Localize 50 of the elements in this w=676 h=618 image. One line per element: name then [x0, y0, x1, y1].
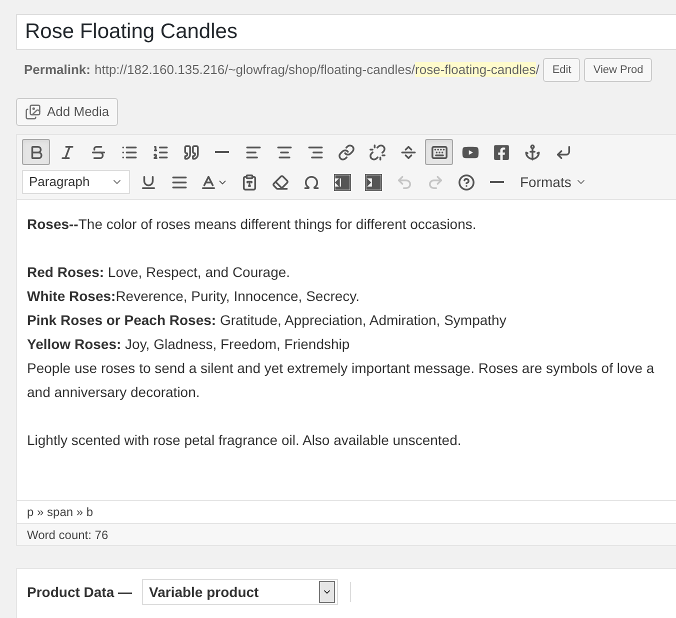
- permalink-url[interactable]: http://182.160.135.216/~glowfrag/shop/floating-candles/rose-floating-candles/: [94, 60, 540, 80]
- content-line: Yellow Roses: Joy, Gladness, Freedom, Friendship: [27, 335, 351, 354]
- content-line: Roses--The color of roses means different things for different occasions.: [27, 215, 478, 234]
- play-icon: [462, 144, 478, 160]
- add-media-button[interactable]: Add Media: [16, 98, 118, 126]
- content-line: Pink Roses or Peach Roses: Gratitude, Appreciation, Admiration, Sympathy: [27, 311, 508, 330]
- numbered-list-icon: [152, 144, 168, 160]
- content-line: White Roses:Reverence, Purity, Innocence, Secrecy.: [27, 287, 361, 306]
- clipboard-icon: [240, 174, 258, 190]
- word-count: Word count: 76: [27, 526, 108, 544]
- anchor-icon: [524, 144, 540, 160]
- omega-icon: [302, 174, 320, 190]
- unlink-icon: [368, 144, 386, 160]
- paragraph-select[interactable]: Paragraph: [22, 170, 130, 194]
- toolbar-button[interactable]: [22, 139, 50, 165]
- help-icon: [458, 174, 474, 190]
- link-icon: [338, 144, 354, 160]
- bullet-list-icon: [120, 144, 138, 160]
- return-arrow-icon: [554, 144, 572, 160]
- underline-icon: [140, 174, 156, 190]
- title-field[interactable]: Rose Floating Candles: [16, 14, 676, 50]
- undo-icon: [396, 174, 412, 190]
- formats-menu[interactable]: Formats: [514, 169, 594, 195]
- align-left-icon: [244, 144, 262, 160]
- content-line: Lightly scented with rose petal fragrance oil. Also available unscented.: [27, 431, 462, 450]
- permalink-button[interactable]: Edit: [543, 58, 580, 82]
- product-type-select[interactable]: Variable product: [142, 579, 338, 605]
- horizontal-line-icon: [215, 151, 229, 153]
- content-line: People use roses to send a silent and yet extremely important message. Roses are symbols of love a: [27, 359, 656, 378]
- strikethrough-icon: [90, 144, 106, 160]
- read-more-icon: [400, 144, 416, 160]
- redo-icon: [426, 174, 444, 190]
- keyboard-icon: [430, 144, 448, 160]
- permalink-label: Permalink:: [24, 61, 90, 80]
- quote-icon: [182, 144, 200, 160]
- toolbar-button[interactable]: [425, 139, 453, 165]
- media-icon: [25, 104, 41, 120]
- italic-icon: [58, 144, 76, 160]
- align-right-icon: [306, 144, 324, 160]
- permalink-button[interactable]: View Prod: [584, 58, 652, 82]
- align-center-icon: [276, 144, 292, 160]
- product-data-label: Product Data —: [27, 583, 132, 602]
- element-path: p » span » b: [27, 504, 94, 521]
- facebook-icon: [492, 144, 510, 160]
- content-line: Red Roses: Love, Respect, and Courage.: [27, 263, 292, 282]
- horizontal-line-icon: [490, 181, 504, 183]
- content-line: and anniversary decoration.: [27, 383, 201, 402]
- text-color-icon: [200, 174, 217, 190]
- justify-icon: [170, 174, 188, 190]
- eraser-icon: [272, 174, 288, 190]
